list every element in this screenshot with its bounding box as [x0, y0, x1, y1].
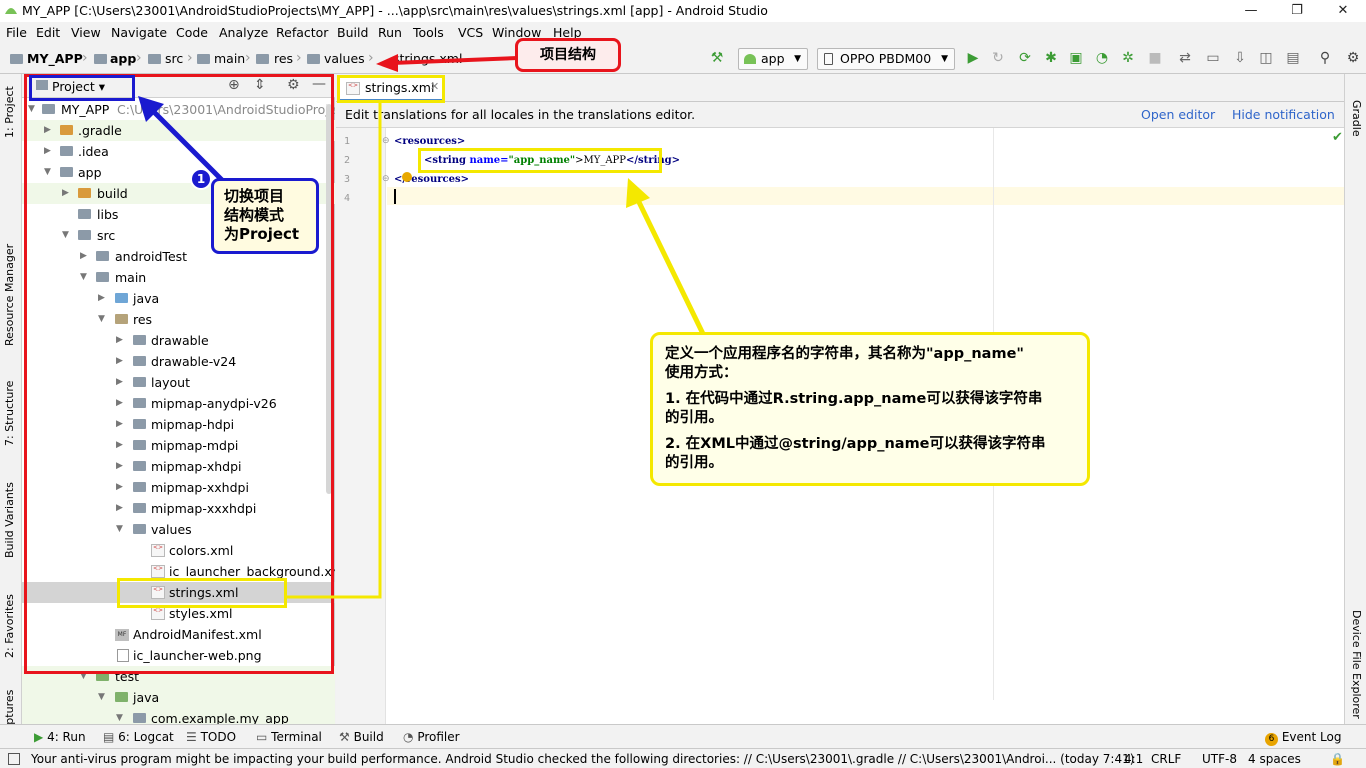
explanation-text: 定义一个应用程序名的字符串，其名称为"app_name": [665, 346, 1024, 362]
explanation-callout: 定义一个应用程序名的字符串，其名称为"app_name" 使用方式： 1. 在代…: [650, 332, 1090, 486]
explanation-text: 2. 在XML中通过@string/app_name可以获得该字符串: [665, 436, 1046, 452]
switch-mode-callout: 切换项目 结构模式 为Project: [211, 178, 319, 254]
explanation-text: 的引用。: [665, 410, 723, 426]
explanation-text: 使用方式：: [665, 365, 738, 381]
explanation-text: 的引用。: [665, 455, 723, 471]
step-badge: 1: [190, 168, 212, 190]
explanation-text: 1. 在代码中通过R.string.app_name可以获得该字符串: [665, 391, 1043, 407]
project-structure-callout: 项目结构: [515, 38, 621, 72]
